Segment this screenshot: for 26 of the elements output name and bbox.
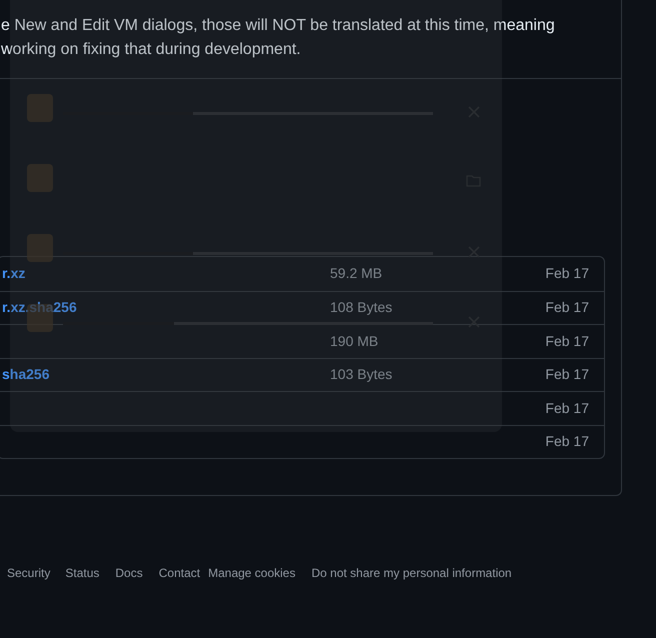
asset-date: Feb 17 xyxy=(545,332,590,351)
footer-link[interactable]: Status xyxy=(65,564,100,582)
footer-link[interactable]: Security xyxy=(7,564,50,582)
footer-link[interactable]: Do not share my personal information xyxy=(311,564,512,582)
file-icon xyxy=(27,234,53,262)
file-icon xyxy=(27,164,53,192)
asset-date: Feb 17 xyxy=(545,432,590,452)
asset-link[interactable]: sha256 xyxy=(2,366,50,382)
file-icon xyxy=(27,94,53,122)
asset-size: 190 MB xyxy=(330,332,378,349)
footer-link[interactable]: Manage cookies xyxy=(208,564,296,582)
asset-size: 103 Bytes xyxy=(330,366,392,382)
close-icon[interactable] xyxy=(468,246,480,258)
paragraph-line: e New and Edit VM dialogs, those will NOT be translated at this time, meaning xyxy=(1,16,556,36)
close-icon[interactable] xyxy=(468,316,480,328)
asset-date: Feb 17 xyxy=(545,264,590,284)
asset-size: 59.2 MB xyxy=(330,265,382,282)
asset-size: 108 Bytes xyxy=(330,299,392,316)
paragraph-line: working on fixing that during development. xyxy=(1,40,302,60)
asset-link[interactable]: r.xz xyxy=(2,265,26,282)
asset-date: Feb 17 xyxy=(545,398,590,418)
asset-link[interactable]: r.xz.sha256 xyxy=(2,299,77,316)
asset-date: Feb 17 xyxy=(545,365,590,384)
asset-date: Feb 17 xyxy=(545,298,590,318)
footer-link[interactable]: Docs xyxy=(115,564,143,582)
footer-link[interactable]: Contact xyxy=(158,564,200,582)
